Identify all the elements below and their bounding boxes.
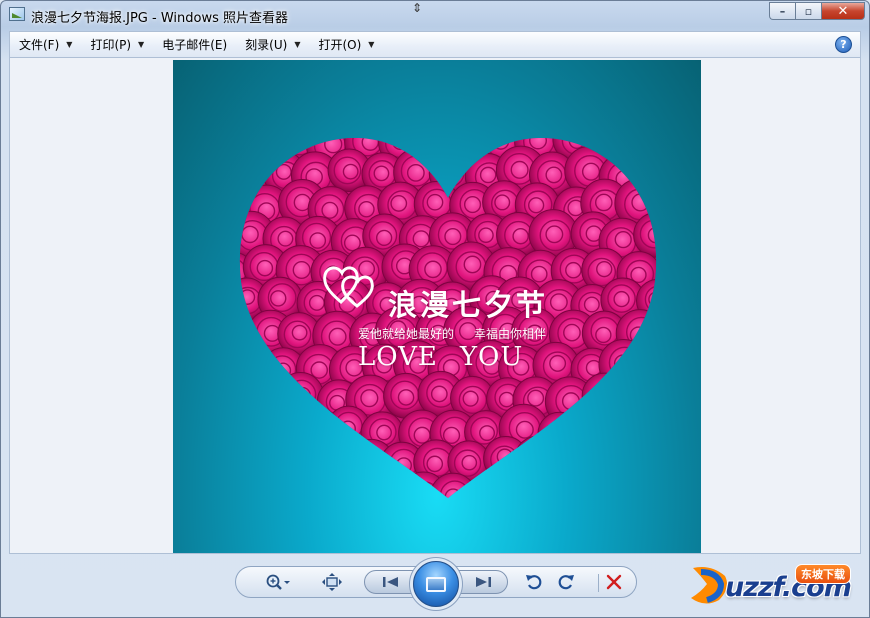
rose [258,468,303,498]
rotate-counterclockwise-icon [526,575,542,590]
previous-icon [383,577,398,587]
rose [581,372,629,420]
menu-file[interactable]: 文件(F) ▼ [10,32,81,57]
rose [497,474,541,498]
next-button[interactable] [465,571,501,593]
menu-print[interactable]: 打印(P) ▼ [81,32,153,57]
rose [239,138,255,165]
maximize-button[interactable]: ▫ [795,2,821,20]
rose [277,372,324,419]
rose [358,470,409,498]
minimize-button[interactable]: – [769,2,795,20]
rose [283,440,327,484]
rose [239,436,260,482]
photo-viewer-window: 浪漫七夕节海报.JPG - Windows 照片查看器 ⇕ – ▫ ✕ 文件(F… [0,0,870,618]
rose [310,439,356,485]
rose [637,468,657,498]
toolbar-separator [598,574,599,592]
rose [537,411,582,456]
rose [239,471,273,498]
delete-button[interactable] [600,567,628,597]
photo-app-icon [9,7,25,21]
rose [468,475,513,498]
rose [581,434,633,485]
slideshow-button[interactable] [413,561,459,607]
close-button[interactable]: ✕ [821,2,865,20]
rose [242,376,288,422]
rose-heart-graphic [239,138,657,498]
menu-open-label: 打开(O) [318,38,362,52]
chevron-down-icon: ▼ [138,40,145,49]
chevron-down-icon: ▼ [368,40,375,49]
rose [620,435,657,485]
slideshow-icon [426,576,446,592]
rose [246,138,294,166]
window-controls: – ▫ ✕ [769,2,865,20]
rose [245,440,294,489]
image-viewport[interactable]: 浪漫七夕节 爱他就给她最好的 幸福由你相伴 LOVE YOU [9,58,861,554]
delete-icon [606,574,622,590]
menu-bar: 文件(F) ▼ 打印(P) ▼ 电子邮件(E) 刻录(U) ▼ 打开(O) ▼ … [9,31,861,58]
chevron-down-icon: ▼ [294,40,301,49]
rose [291,471,340,498]
question-mark-icon[interactable]: ? [835,36,852,53]
zoom-icon [266,574,290,590]
rose [239,346,269,391]
rotate-clockwise-button[interactable] [552,567,580,597]
rose [599,402,648,450]
rose [547,436,593,483]
rose [598,339,650,390]
mouse-cursor-icon: ⇕ [412,1,423,15]
actual-size-icon [322,573,342,591]
rotate-clockwise-icon [558,575,574,590]
menu-email-label: 电子邮件(E) [162,38,228,52]
rose [346,438,396,488]
window-title: 浪漫七夕节海报.JPG - Windows 照片查看器 [31,11,288,26]
previous-button[interactable] [373,571,409,593]
rose [633,403,657,452]
rose [239,374,256,423]
rose [566,406,615,454]
rose [330,473,379,498]
uzzf-watermark: uzzf.com 东坡下载 [687,562,867,612]
chevron-down-icon: ▼ [66,40,73,49]
menu-open[interactable]: 打开(O) ▼ [309,32,383,57]
uzzf-badge: 东坡下载 [795,564,851,584]
menu-file-label: 文件(F) [19,38,60,52]
rose [568,471,616,498]
rose [514,435,562,483]
title-bar[interactable]: 浪漫七夕节海报.JPG - Windows 照片查看器 ⇕ – ▫ ✕ [1,1,870,29]
menu-print-label: 打印(P) [90,38,132,52]
rotate-counterclockwise-button[interactable] [520,567,548,597]
zoom-button[interactable] [260,567,296,597]
next-icon [476,577,491,587]
actual-size-button[interactable] [316,567,348,597]
menu-burn[interactable]: 刻录(U) ▼ [236,32,309,57]
rose [614,138,657,166]
menu-email[interactable]: 电子邮件(E) [153,32,236,57]
rose [635,342,657,390]
rose [239,407,279,458]
rose [294,408,343,457]
rose [264,402,312,450]
rose [603,475,649,498]
rose [530,469,575,498]
menu-burn-label: 刻录(U) [245,38,288,52]
rose [239,311,253,358]
bottom-toolbar: uzzf.com 东坡下载 [1,554,870,618]
rose [617,371,657,417]
rose [635,148,657,200]
poster-image: 浪漫七夕节 爱他就给她最好的 幸福由你相伴 LOVE YOU [173,60,701,553]
